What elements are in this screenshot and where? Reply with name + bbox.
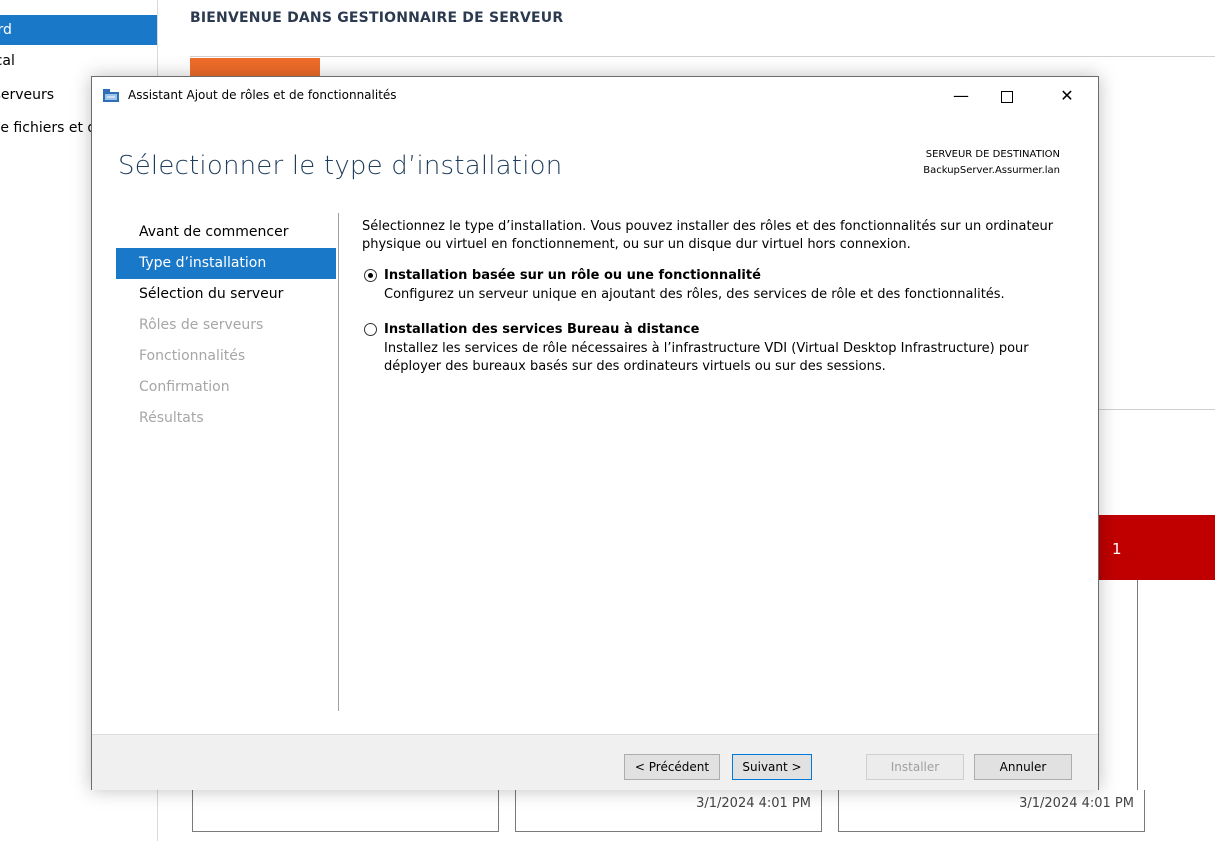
card-border bbox=[1137, 580, 1138, 790]
sidebar-item-dashboard[interactable]: Tableau de bord bbox=[0, 15, 157, 45]
step-confirmation: Confirmation bbox=[139, 379, 230, 395]
option-label[interactable]: Installation basée sur un rôle ou une fo… bbox=[384, 268, 1062, 283]
server-card-3: 3/1/2024 4:01 PM bbox=[838, 790, 1145, 832]
page-title: Sélectionner le type d’installation bbox=[118, 151, 563, 181]
add-roles-wizard-dialog: Assistant Ajout de rôles et de fonctionn… bbox=[91, 76, 1099, 790]
option-label[interactable]: Installation des services Bureau à dista… bbox=[384, 322, 1062, 337]
wizard-steps: Avant de commencer Type d’installation S… bbox=[116, 217, 336, 434]
step-installation-type[interactable]: Type d’installation bbox=[116, 248, 336, 279]
close-button[interactable]: ✕ bbox=[1044, 77, 1090, 115]
radio-role-based[interactable] bbox=[364, 269, 377, 282]
previous-button[interactable]: < Précédent bbox=[624, 754, 720, 780]
quick-start-tile[interactable] bbox=[190, 58, 320, 78]
option-description: Configurez un serveur unique en ajoutant… bbox=[384, 287, 1005, 302]
alert-count: 1 bbox=[1112, 540, 1122, 558]
card-timestamp: 3/1/2024 4:01 PM bbox=[696, 796, 811, 811]
minimize-button[interactable]: — bbox=[938, 77, 984, 115]
step-before-you-begin[interactable]: Avant de commencer bbox=[116, 217, 336, 248]
server-manager-icon bbox=[103, 89, 119, 102]
sidebar-item-local-server[interactable]: Serveur local bbox=[0, 46, 157, 76]
step-features: Fonctionnalités bbox=[139, 348, 246, 364]
install-button: Installer bbox=[866, 754, 964, 780]
next-button[interactable]: Suivant > bbox=[732, 754, 812, 780]
radio-remote-desktop[interactable] bbox=[364, 323, 377, 336]
server-card-1 bbox=[192, 790, 499, 832]
destination-server-label: SERVEUR DE DESTINATION bbox=[925, 149, 1060, 160]
dialog-title: Assistant Ajout de rôles et de fonctionn… bbox=[128, 88, 397, 102]
close-icon: ✕ bbox=[1060, 86, 1074, 105]
dialog-titlebar[interactable]: Assistant Ajout de rôles et de fonctionn… bbox=[92, 77, 1098, 115]
dialog-footer: < Précédent Suivant > Installer Annuler bbox=[92, 734, 1098, 790]
option-description: Installez les services de rôle nécessair… bbox=[384, 341, 1029, 374]
option-remote-desktop[interactable]: Installation des services Bureau à dista… bbox=[362, 322, 1062, 376]
intro-text: Sélectionnez le type d’installation. Vou… bbox=[362, 219, 1054, 252]
maximize-icon bbox=[1001, 90, 1013, 103]
server-card-2: 3/1/2024 4:01 PM bbox=[515, 790, 822, 832]
step-server-selection[interactable]: Sélection du serveur bbox=[116, 279, 336, 310]
destination-server-value: BackupServer.Assurmer.lan bbox=[923, 165, 1060, 176]
step-results: Résultats bbox=[139, 410, 204, 426]
wizard-content: Sélectionnez le type d’installation. Vou… bbox=[362, 218, 1062, 376]
steps-divider bbox=[338, 213, 339, 711]
minimize-icon: — bbox=[953, 86, 969, 105]
card-timestamp: 3/1/2024 4:01 PM bbox=[1019, 796, 1134, 811]
maximize-button[interactable] bbox=[984, 77, 1030, 115]
cancel-button[interactable]: Annuler bbox=[974, 754, 1072, 780]
step-server-roles: Rôles de serveurs bbox=[139, 317, 264, 333]
welcome-title: BIENVENUE DANS GESTIONNAIRE DE SERVEUR bbox=[190, 10, 564, 26]
option-role-based[interactable]: Installation basée sur un rôle ou une fo… bbox=[362, 268, 1062, 304]
